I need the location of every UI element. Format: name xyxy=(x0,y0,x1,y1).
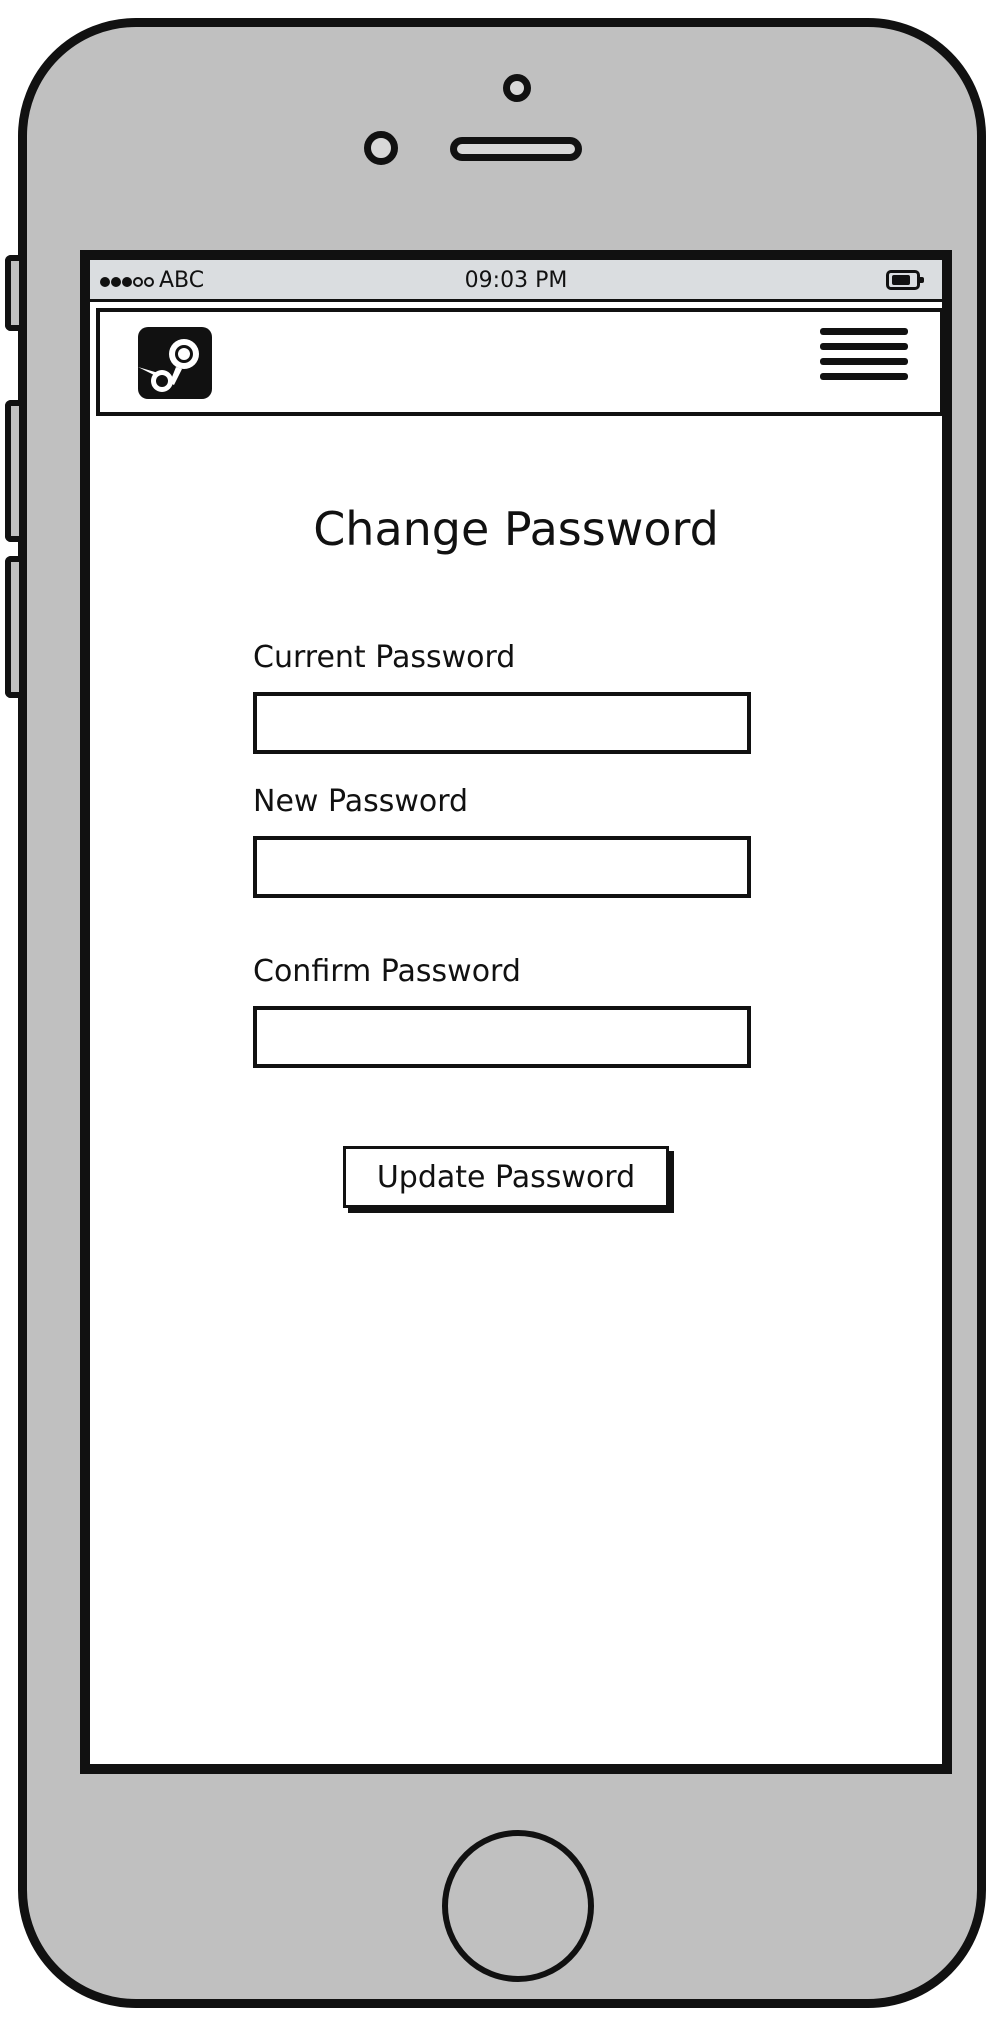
app-header xyxy=(96,308,942,416)
status-time: 09:03 PM xyxy=(464,268,568,293)
earpiece-speaker xyxy=(450,137,582,161)
steam-logo-icon[interactable] xyxy=(138,327,212,399)
mute-switch xyxy=(5,255,19,331)
confirm-password-input[interactable] xyxy=(253,1006,751,1068)
phone-screen: ABC 09:03 PM Change Password Current Pas… xyxy=(80,250,952,1774)
front-camera xyxy=(503,74,531,102)
confirm-password-label: Confirm Password xyxy=(253,954,521,989)
home-button[interactable] xyxy=(442,1830,594,1982)
volume-up-button xyxy=(5,400,19,542)
volume-down-button xyxy=(5,556,19,698)
hamburger-menu-icon[interactable] xyxy=(820,328,908,396)
page-title: Change Password xyxy=(313,502,719,556)
update-password-button[interactable]: Update Password xyxy=(343,1146,669,1208)
current-password-label: Current Password xyxy=(253,640,516,675)
new-password-label: New Password xyxy=(253,784,469,819)
new-password-input[interactable] xyxy=(253,836,751,898)
current-password-input[interactable] xyxy=(253,692,751,754)
status-bar: ABC 09:03 PM xyxy=(90,260,942,302)
proximity-sensor xyxy=(364,131,398,165)
battery-icon xyxy=(886,270,924,290)
